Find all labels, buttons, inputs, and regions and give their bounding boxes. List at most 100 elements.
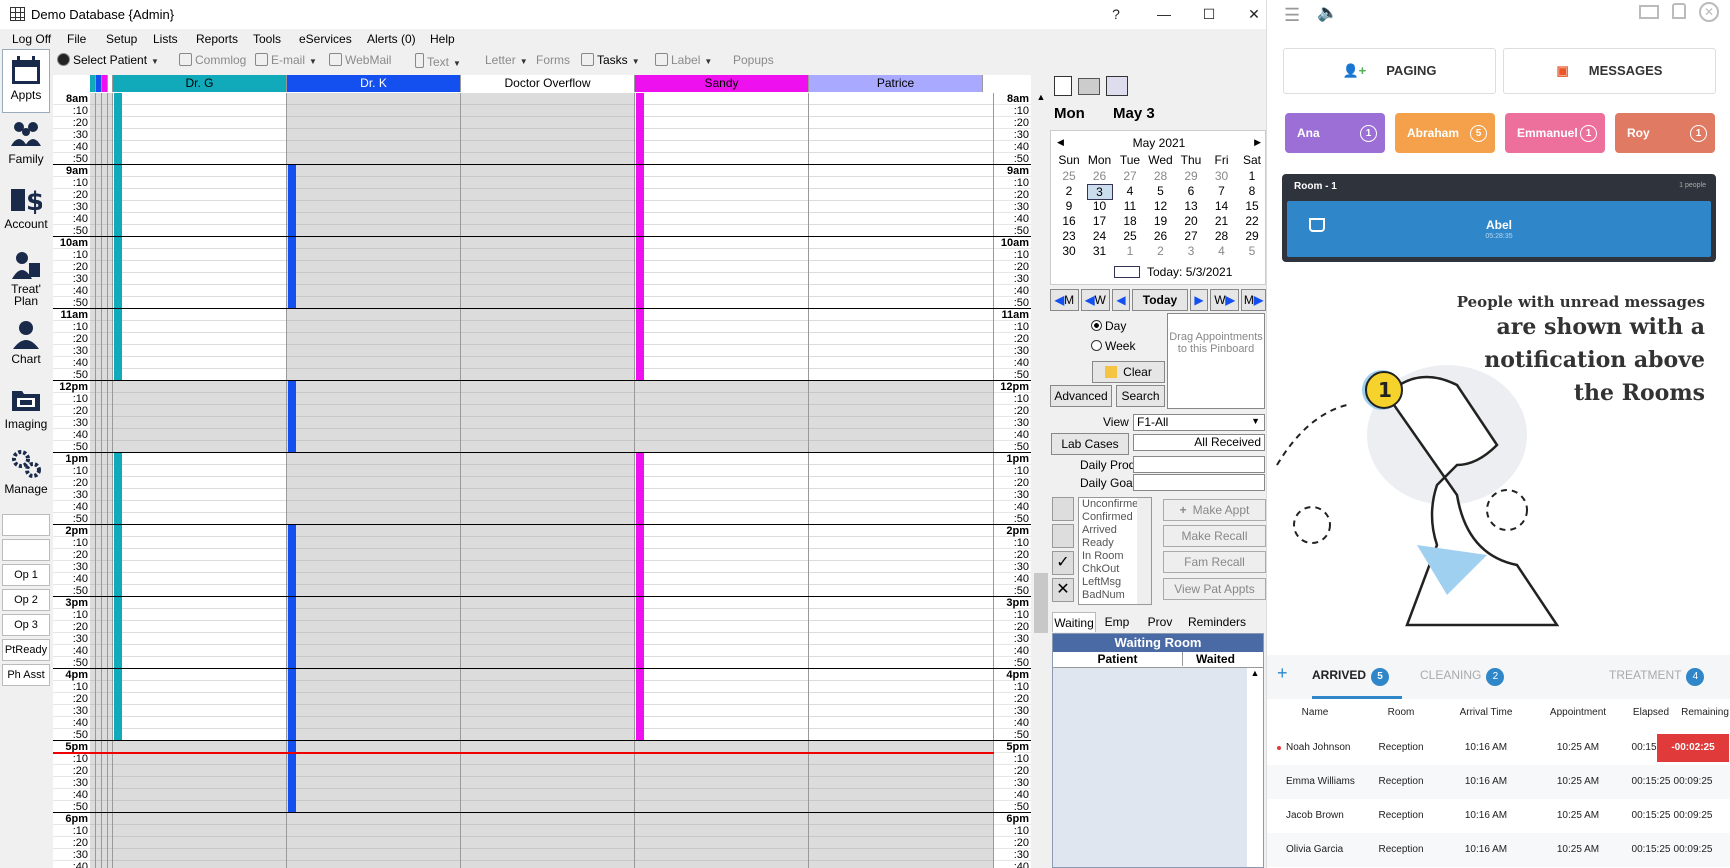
open-time-block[interactable] <box>113 93 286 164</box>
calendar-day[interactable]: 6 <box>1176 184 1206 198</box>
scroll-up-icon[interactable]: ▲ <box>1034 92 1048 102</box>
make-appt-button[interactable]: + Make Appt <box>1163 499 1266 521</box>
open-time-block[interactable] <box>113 453 286 524</box>
calendar-day[interactable]: 10 <box>1085 199 1115 213</box>
open-time-block[interactable] <box>635 309 808 380</box>
tab-arrived[interactable]: ARRIVED 5 <box>1312 668 1390 686</box>
commlog-button[interactable]: Commlog <box>179 53 246 67</box>
calendar-day[interactable]: 30 <box>1207 169 1237 183</box>
day-radio[interactable]: Day <box>1091 319 1126 333</box>
tasks-button[interactable]: Tasks ▼ <box>581 53 640 67</box>
lock-icon[interactable] <box>1672 3 1686 19</box>
nav-appts[interactable]: Appts <box>2 49 50 113</box>
calendar-day[interactable]: 28 <box>1207 229 1237 243</box>
appointment-schedule-grid[interactable]: Dr. G Dr. K Doctor Overflow Sandy Patric… <box>53 75 1031 868</box>
pinboard[interactable]: Drag Appointments to this Pinboard <box>1167 313 1265 409</box>
open-time-block[interactable] <box>635 453 808 524</box>
speaker-icon[interactable]: 🔈 <box>1317 3 1338 23</box>
table-col-header[interactable]: Elapsed <box>1623 707 1679 718</box>
open-time-block[interactable] <box>113 597 286 668</box>
provider-dr-k[interactable]: Dr. K <box>287 75 461 92</box>
calendar-day[interactable]: 2 <box>1146 244 1176 258</box>
staff-chip-emmanuel[interactable]: Emmanuel 1 <box>1505 113 1605 153</box>
staff-chip-roy[interactable]: Roy 1 <box>1615 113 1715 153</box>
open-time-block[interactable] <box>809 237 993 308</box>
open-time-block[interactable] <box>113 309 286 380</box>
menu-setup[interactable]: Setup <box>106 32 137 46</box>
close-button[interactable]: ✕ <box>1243 4 1265 24</box>
waiting-room-scrollbar[interactable]: ▲ <box>1247 668 1263 867</box>
schedule-scroll-thumb[interactable] <box>1034 573 1048 633</box>
open-time-block[interactable] <box>809 165 993 236</box>
view-pat-appts-button[interactable]: View Pat Appts <box>1163 578 1266 600</box>
close-circle-icon[interactable]: ✕ <box>1699 2 1719 22</box>
nav-account[interactable]: $ Account <box>2 179 50 243</box>
calendar-day[interactable]: 7 <box>1207 184 1237 198</box>
tab-emp[interactable]: Emp <box>1098 615 1136 629</box>
table-col-header[interactable]: Arrival Time <box>1439 707 1533 718</box>
minimize-button[interactable]: — <box>1153 4 1175 24</box>
maximize-button[interactable]: ☐ <box>1198 4 1220 24</box>
tab-waiting[interactable]: Waiting <box>1052 612 1096 632</box>
open-time-block[interactable] <box>635 597 808 668</box>
menu-reports[interactable]: Reports <box>196 32 238 46</box>
op-slot-blank-1[interactable] <box>2 514 50 536</box>
calendar-day[interactable]: 3 <box>1176 244 1206 258</box>
table-row[interactable]: Emma Williams Reception 10:16 AM 10:25 AM 00… <box>1267 765 1730 799</box>
staff-chip-abraham[interactable]: Abraham 5 <box>1395 113 1495 153</box>
nav-manage[interactable]: Manage <box>2 444 50 508</box>
provider-patrice[interactable]: Patrice <box>809 75 983 92</box>
search-button[interactable]: Search <box>1116 385 1165 407</box>
phone-icon[interactable] <box>1106 76 1128 96</box>
clear-button[interactable]: Clear <box>1092 361 1165 383</box>
letter-button[interactable]: Letter ▼ <box>485 53 528 67</box>
table-row[interactable]: Jacob Brown Reception 10:16 AM 10:25 AM 00:1… <box>1267 799 1730 833</box>
open-time-block[interactable] <box>809 669 993 740</box>
calendar-day[interactable]: 16 <box>1054 214 1084 228</box>
op-3-button[interactable]: Op 3 <box>2 614 50 636</box>
next-week-button[interactable]: W▶ <box>1210 289 1239 311</box>
open-time-block[interactable] <box>635 525 808 596</box>
dropdown-arrow-icon[interactable]: ▼ <box>520 57 528 66</box>
next-month-button[interactable]: M▶ <box>1241 289 1266 311</box>
add-patient-icon[interactable]: + <box>1277 663 1288 684</box>
calendar-day[interactable]: 17 <box>1085 214 1115 228</box>
nav-family[interactable]: Family <box>2 114 50 178</box>
text-button[interactable]: Text ▼ <box>415 53 461 69</box>
dropdown-arrow-icon[interactable]: ▼ <box>453 59 461 68</box>
calendar-day[interactable]: 14 <box>1207 199 1237 213</box>
waiting-col-waited[interactable]: Waited <box>1183 652 1248 666</box>
menu-log-off[interactable]: Log Off <box>12 32 51 46</box>
calendar-day[interactable]: 5 <box>1146 184 1176 198</box>
nav-imaging[interactable]: Imaging <box>2 379 50 443</box>
provider-dr-g[interactable]: Dr. G <box>113 75 287 92</box>
calendar-day[interactable]: 25 <box>1054 169 1084 183</box>
ph-asst-button[interactable]: Ph Asst <box>2 664 50 686</box>
checkmark-icon[interactable]: ✓ <box>1052 551 1074 575</box>
next-day-button[interactable]: ▶ <box>1190 289 1208 311</box>
next-month-icon[interactable]: ▶ <box>1254 137 1261 148</box>
popups-button[interactable]: Popups <box>733 53 774 67</box>
calendar-day[interactable]: 13 <box>1176 199 1206 213</box>
open-time-block[interactable] <box>113 669 286 740</box>
table-col-header[interactable]: Remaining <box>1679 707 1730 718</box>
table-row[interactable]: Olivia Garcia Reception 10:16 AM 10:25 AM 00… <box>1267 833 1730 867</box>
calendar-day[interactable]: 31 <box>1085 244 1115 258</box>
dropdown-arrow-icon[interactable]: ▼ <box>151 57 159 66</box>
calendar-day[interactable]: 27 <box>1176 229 1206 243</box>
open-time-block[interactable] <box>809 309 993 380</box>
dropdown-arrow-icon[interactable]: ▼ <box>309 57 317 66</box>
calendar-day[interactable]: 29 <box>1237 229 1266 243</box>
op-1-button[interactable]: Op 1 <box>2 564 50 586</box>
waiting-col-patient[interactable]: Patient <box>1053 652 1183 666</box>
open-time-block[interactable] <box>809 525 993 596</box>
dropdown-arrow-icon[interactable]: ▼ <box>632 57 640 66</box>
nav-treat-plan[interactable]: Treat' Plan <box>2 245 50 323</box>
schedule-scrollbar[interactable] <box>1034 92 1048 868</box>
open-time-block[interactable] <box>809 93 993 164</box>
room-1-panel[interactable]: Room - 1 1 people Abel 05:28:35 <box>1282 174 1716 262</box>
make-recall-button[interactable]: Make Recall <box>1163 525 1266 547</box>
calendar-day[interactable]: 29 <box>1176 169 1206 183</box>
calendar-day[interactable]: 28 <box>1146 169 1176 183</box>
calendar-day[interactable]: 1 <box>1237 169 1266 183</box>
